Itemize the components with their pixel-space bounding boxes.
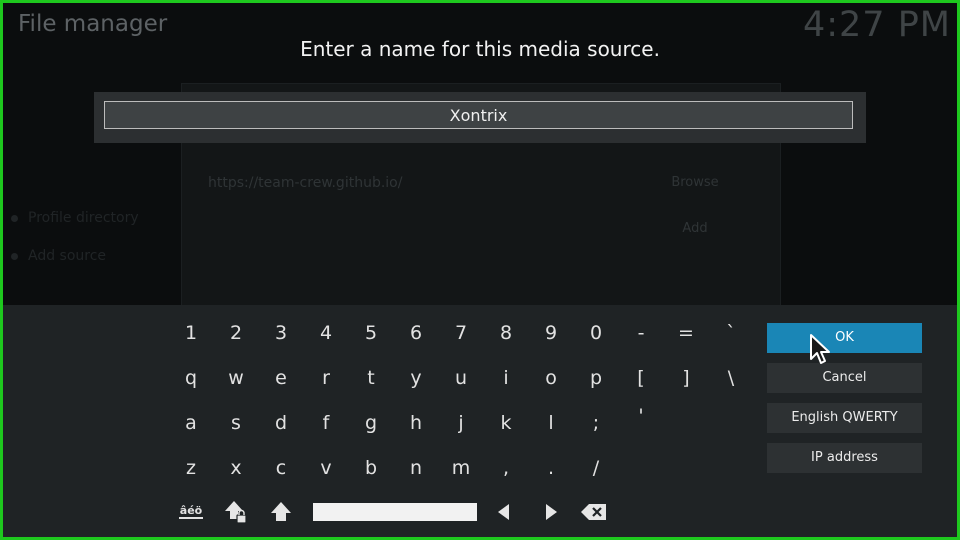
name-input-panel <box>94 92 866 143</box>
key-f[interactable]: f <box>306 405 346 441</box>
key-close-bracket[interactable]: ] <box>666 360 706 396</box>
key-b[interactable]: b <box>351 450 391 486</box>
background-list-item-add-source: Add source <box>11 248 106 264</box>
caps-lock-icon <box>225 501 247 524</box>
key-j[interactable]: j <box>441 405 481 441</box>
background-list-item-label: Add source <box>28 248 107 264</box>
key-2[interactable]: 2 <box>216 315 256 351</box>
key-d[interactable]: d <box>261 405 301 441</box>
shift-icon <box>271 502 291 521</box>
shift-key[interactable] <box>264 498 298 526</box>
key-x[interactable]: x <box>216 450 256 486</box>
key-c[interactable]: c <box>261 450 301 486</box>
ip-address-button[interactable]: IP address <box>767 443 922 473</box>
key-r[interactable]: r <box>306 360 346 396</box>
key-7[interactable]: 7 <box>441 315 481 351</box>
key-o[interactable]: o <box>531 360 571 396</box>
screenshot-frame: File manager 4:27 PM https://team-crew.g… <box>0 0 960 540</box>
bullet-icon <box>11 252 18 260</box>
background-add-button: Add <box>682 221 708 236</box>
window-title: File manager <box>18 11 168 37</box>
cursor-right-key[interactable] <box>534 498 568 526</box>
key-q[interactable]: q <box>171 360 211 396</box>
arrow-right-icon <box>546 504 557 520</box>
keyboard-panel: 1 2 3 4 5 6 7 8 9 0 - = ` q w e r t y u … <box>3 305 957 537</box>
key-open-bracket[interactable]: [ <box>621 360 661 396</box>
key-u[interactable]: u <box>441 360 481 396</box>
key-g[interactable]: g <box>351 405 391 441</box>
key-i[interactable]: i <box>486 360 526 396</box>
key-8[interactable]: 8 <box>486 315 526 351</box>
cursor-left-key[interactable] <box>487 498 521 526</box>
keyboard-layout-button[interactable]: English QWERTY <box>767 403 922 433</box>
key-minus[interactable]: - <box>621 315 661 351</box>
background-source-url: https://team-crew.github.io/ <box>208 175 403 191</box>
key-apostrophe[interactable]: ' <box>621 398 661 434</box>
ok-button[interactable]: OK <box>767 323 922 353</box>
key-equals[interactable]: = <box>666 315 706 351</box>
key-p[interactable]: p <box>576 360 616 396</box>
space-key[interactable] <box>313 503 477 521</box>
key-s[interactable]: s <box>216 405 256 441</box>
source-name-input[interactable] <box>104 101 853 129</box>
cancel-button[interactable]: Cancel <box>767 363 922 393</box>
key-1[interactable]: 1 <box>171 315 211 351</box>
key-y[interactable]: y <box>396 360 436 396</box>
key-a[interactable]: a <box>171 405 211 441</box>
background-browse-button: Browse <box>671 175 719 190</box>
key-period[interactable]: . <box>531 450 571 486</box>
key-m[interactable]: m <box>441 450 481 486</box>
key-semicolon[interactable]: ; <box>576 405 616 441</box>
key-4[interactable]: 4 <box>306 315 346 351</box>
key-k[interactable]: k <box>486 405 526 441</box>
dialog-heading: Enter a name for this media source. <box>300 37 660 61</box>
symbols-key[interactable]: âéö <box>174 498 208 526</box>
key-slash[interactable]: / <box>576 450 616 486</box>
key-5[interactable]: 5 <box>351 315 391 351</box>
arrow-left-icon <box>498 504 509 520</box>
key-0[interactable]: 0 <box>576 315 616 351</box>
key-comma[interactable]: , <box>486 450 526 486</box>
key-l[interactable]: l <box>531 405 571 441</box>
key-backtick[interactable]: ` <box>711 315 751 351</box>
background-list-item-profile-directory: Profile directory <box>11 210 139 226</box>
symbols-key-label: âéö <box>178 504 204 519</box>
key-z[interactable]: z <box>171 450 211 486</box>
key-n[interactable]: n <box>396 450 436 486</box>
key-w[interactable]: w <box>216 360 256 396</box>
caps-lock-key[interactable] <box>219 498 253 526</box>
key-3[interactable]: 3 <box>261 315 301 351</box>
bullet-icon <box>11 214 18 222</box>
key-e[interactable]: e <box>261 360 301 396</box>
backspace-icon <box>581 504 606 520</box>
key-backslash[interactable]: \ <box>711 360 751 396</box>
background-list-item-label: Profile directory <box>28 210 139 226</box>
key-h[interactable]: h <box>396 405 436 441</box>
key-9[interactable]: 9 <box>531 315 571 351</box>
key-t[interactable]: t <box>351 360 391 396</box>
backspace-key[interactable] <box>577 498 611 526</box>
key-v[interactable]: v <box>306 450 346 486</box>
key-6[interactable]: 6 <box>396 315 436 351</box>
